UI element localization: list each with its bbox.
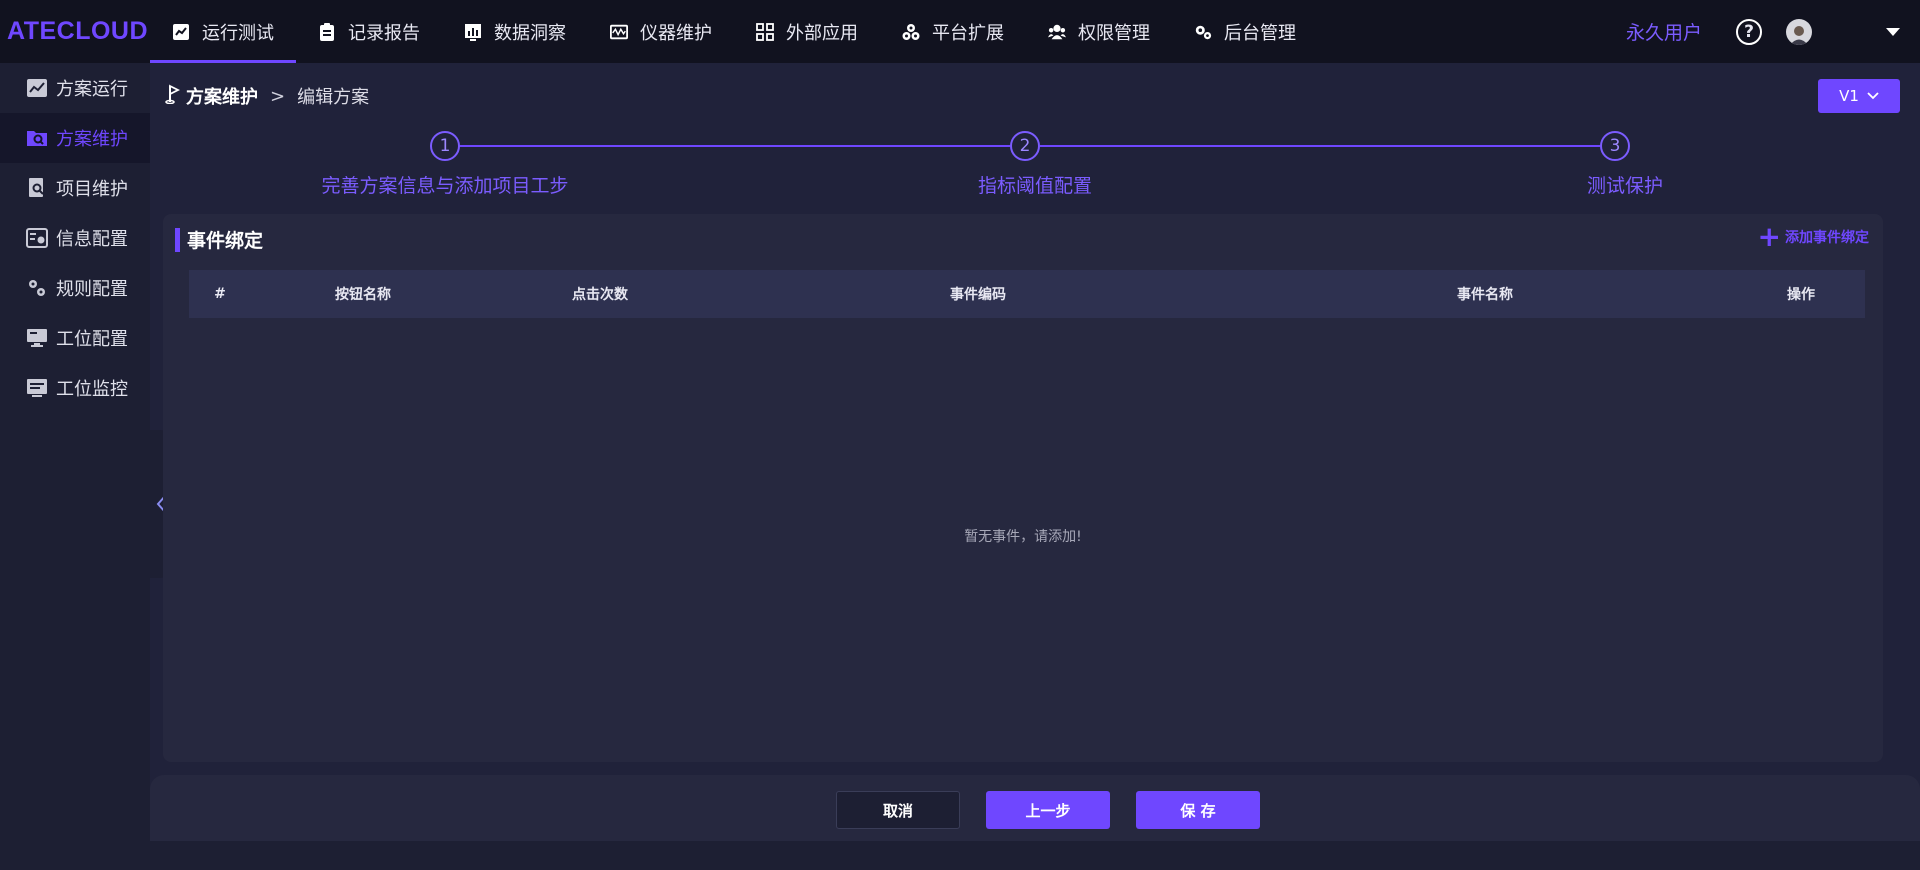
trend-icon (26, 77, 48, 99)
main-nav: 运行测试 记录报告 数据洞察 仪器维护 外部应用 平台扩展 权限管理 后台管理 (150, 0, 1318, 63)
sidebar-item-station-config[interactable]: 工位配置 (0, 313, 150, 363)
sidebar-item-plan-run[interactable]: 方案运行 (0, 63, 150, 113)
step-2-label[interactable]: 指标阈值配置 (978, 171, 1092, 198)
step-connector (1040, 145, 1600, 147)
sidebar-item-label: 工位监控 (56, 379, 128, 400)
plus-icon: + (1757, 220, 1781, 253)
nav-item-label: 运行测试 (202, 22, 274, 44)
sidebar-item-label: 方案运行 (56, 79, 128, 100)
sidebar-item-info-config[interactable]: 信息配置 (0, 213, 150, 263)
step-1-circle[interactable]: 1 (430, 131, 460, 161)
bar-chart-icon (464, 23, 482, 41)
column-header: 事件名称 (1457, 287, 1513, 303)
rules-icon (26, 277, 48, 299)
nav-item-label: 数据洞察 (494, 22, 566, 44)
section-title-text: 事件绑定 (187, 230, 264, 252)
sidebar-item-label: 信息配置 (56, 229, 128, 250)
step-3-label[interactable]: 测试保护 (1587, 171, 1663, 198)
waveform-icon (610, 23, 628, 41)
username[interactable] (1820, 22, 1868, 41)
nav-item-label: 后台管理 (1224, 22, 1296, 44)
help-icon[interactable]: ? (1736, 18, 1762, 45)
breadcrumb-root[interactable]: 方案维护 (186, 83, 258, 109)
section-title: 事件绑定 (175, 226, 263, 253)
nav-item-admin[interactable]: 后台管理 (1172, 0, 1318, 63)
doc-search-icon (26, 177, 48, 199)
avatar[interactable] (1786, 18, 1812, 45)
footer-actions: 取消 上一步 保 存 (150, 775, 1920, 841)
user-type-label: 永久用户 (1625, 22, 1702, 44)
cubes-icon (902, 23, 920, 41)
folder-search-icon (26, 127, 48, 149)
nav-item-external-apps[interactable]: 外部应用 (734, 0, 880, 63)
step-1-label[interactable]: 完善方案信息与添加项目工步 (321, 171, 568, 198)
prev-step-button[interactable]: 上一步 (986, 791, 1110, 829)
users-icon (1048, 23, 1066, 41)
add-event-binding-button[interactable]: + 添加事件绑定 (1757, 220, 1869, 253)
nav-item-label: 记录报告 (348, 22, 420, 44)
version-label: V1 (1839, 87, 1859, 105)
sidebar-item-label: 方案维护 (56, 129, 128, 150)
sidebar-item-rule-config[interactable]: 规则配置 (0, 263, 150, 313)
top-navbar: ATECLOUD 运行测试 记录报告 数据洞察 仪器维护 外部应用 平台扩展 权… (0, 0, 1920, 63)
save-button[interactable]: 保 存 (1136, 791, 1260, 829)
event-binding-panel: 事件绑定 + 添加事件绑定 # 按钮名称 点击次数 事件编码 事件名称 操作 暂… (163, 214, 1883, 762)
sidebar: 方案运行 方案维护 项目维护 信息配置 规则配置 工位配置 工位监控 (0, 63, 150, 870)
pin-icon (164, 84, 181, 109)
step-connector (450, 145, 1010, 147)
nav-item-permissions[interactable]: 权限管理 (1026, 0, 1172, 63)
step-2-circle[interactable]: 2 (1010, 131, 1040, 161)
title-accent-bar (175, 227, 180, 252)
breadcrumb-current: 编辑方案 (297, 87, 370, 108)
monitor-icon (26, 327, 48, 349)
settings-panel-icon (26, 227, 48, 249)
version-select[interactable]: V1 (1818, 79, 1900, 113)
clipboard-icon (318, 22, 336, 41)
sidebar-item-label: 项目维护 (56, 179, 128, 200)
column-header: 操作 (1787, 287, 1815, 303)
steps-progress: 1 2 3 完善方案信息与添加项目工步 指标阈值配置 测试保护 (150, 131, 1920, 201)
event-table-header: # 按钮名称 点击次数 事件编码 事件名称 操作 (189, 270, 1865, 318)
app-logo[interactable]: ATECLOUD (0, 17, 150, 46)
nav-item-data-insight[interactable]: 数据洞察 (442, 0, 588, 63)
main-content: 方案维护 > 编辑方案 V1 1 2 3 完善方案信息与添加项目工步 指标阈值配… (150, 63, 1920, 870)
nav-item-platform-extension[interactable]: 平台扩展 (880, 0, 1026, 63)
sidebar-item-project-maintain[interactable]: 项目维护 (0, 163, 150, 213)
add-event-binding-label: 添加事件绑定 (1785, 230, 1869, 246)
nav-item-label: 仪器维护 (640, 22, 712, 44)
column-header: 事件编码 (950, 287, 1006, 303)
chevron-down-icon[interactable] (1886, 27, 1900, 36)
column-header: # (214, 286, 226, 302)
step-3-circle[interactable]: 3 (1600, 131, 1630, 161)
header-user-area: 永久用户 ? (1626, 0, 1920, 63)
cancel-button[interactable]: 取消 (836, 791, 960, 829)
breadcrumb: 方案维护 > 编辑方案 (164, 83, 369, 109)
list-panel-icon (26, 377, 48, 399)
nav-item-label: 平台扩展 (932, 22, 1004, 44)
nav-item-label: 权限管理 (1078, 22, 1150, 44)
empty-state-text: 暂无事件，请添加! (964, 529, 1082, 545)
chart-line-icon (172, 23, 190, 41)
nav-item-run-test[interactable]: 运行测试 (150, 0, 296, 63)
grid-icon (756, 22, 774, 41)
breadcrumb-separator: > (270, 85, 286, 107)
column-header: 点击次数 (572, 287, 628, 303)
nav-item-label: 外部应用 (786, 22, 858, 44)
gears-icon (1194, 23, 1212, 41)
nav-item-instrument[interactable]: 仪器维护 (588, 0, 734, 63)
column-header: 按钮名称 (335, 287, 391, 303)
sidebar-item-station-monitor[interactable]: 工位监控 (0, 363, 150, 413)
sidebar-item-plan-maintain[interactable]: 方案维护 (0, 113, 150, 163)
sidebar-item-label: 规则配置 (56, 279, 128, 300)
chevron-down-icon (1867, 92, 1879, 100)
nav-item-report[interactable]: 记录报告 (296, 0, 442, 63)
bottom-strip (150, 841, 1920, 870)
sidebar-item-label: 工位配置 (56, 329, 128, 350)
